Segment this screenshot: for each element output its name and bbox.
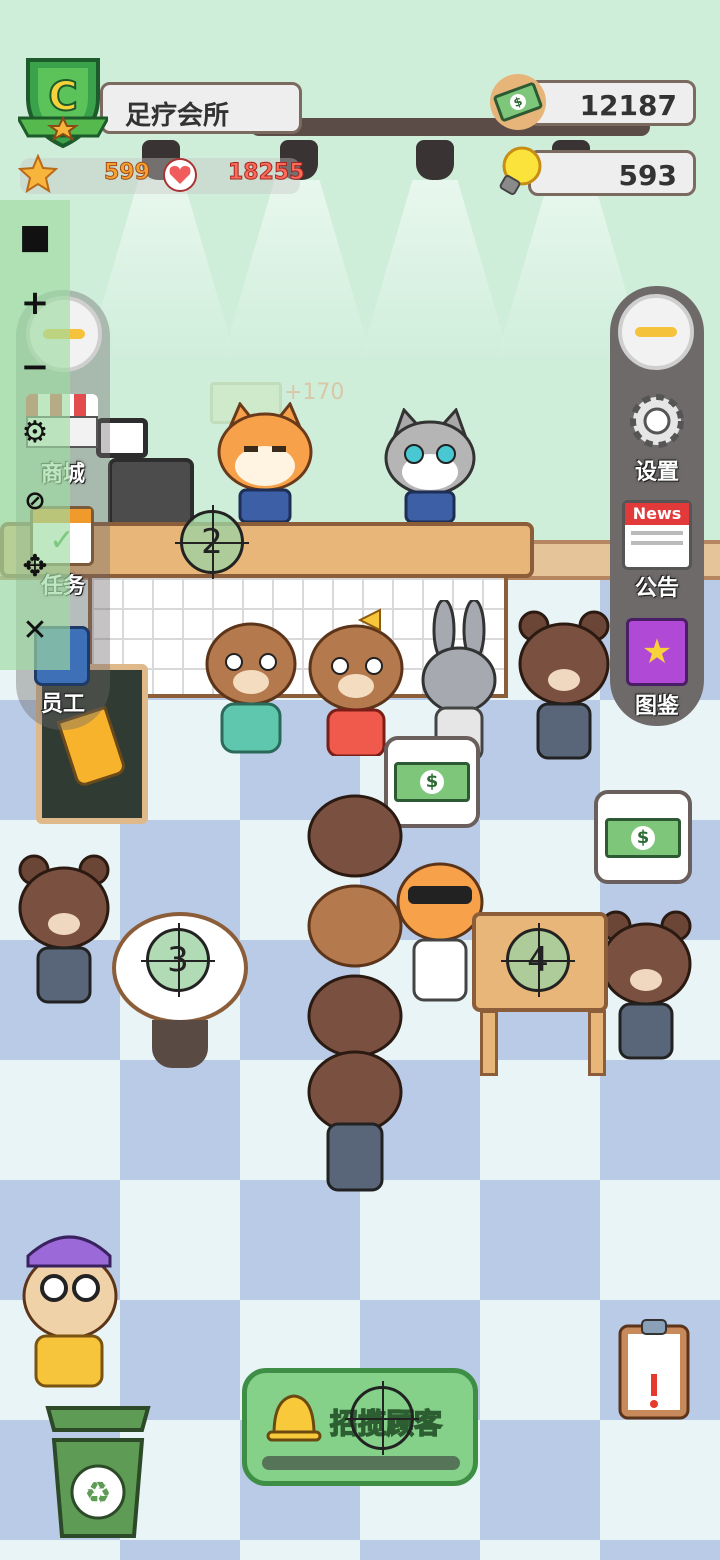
news-icon-label: News — [625, 503, 689, 525]
ceiling-lamp — [416, 140, 454, 180]
target-marker — [345, 1381, 419, 1455]
heart-icon — [163, 158, 197, 192]
rank-badge-icon[interactable]: C — [18, 52, 108, 150]
right-toggle-knob[interactable] — [618, 294, 694, 370]
target-marker-2[interactable]: 2 — [175, 505, 249, 579]
table-leg — [588, 1010, 606, 1076]
cash-register[interactable] — [108, 458, 194, 528]
shop-name[interactable]: 足疗会所 — [100, 82, 302, 134]
hide-icon[interactable]: ⊘ — [18, 484, 52, 518]
grey-cat-staff[interactable] — [380, 408, 480, 522]
gear-icon[interactable]: ⚙ — [18, 416, 52, 450]
settings-label[interactable]: 设置 — [612, 454, 702, 486]
bear-customer[interactable] — [596, 904, 696, 1074]
pug-customer[interactable] — [10, 1226, 126, 1400]
lightbulb-icon — [499, 146, 542, 195]
table-stand — [152, 1020, 208, 1068]
bell-icon — [266, 1394, 322, 1442]
bulb-counter: 593 — [528, 150, 696, 196]
collection-icon[interactable]: ★ — [626, 618, 688, 686]
stop-icon[interactable]: ■ — [18, 220, 52, 254]
call-progress-bar — [262, 1456, 460, 1470]
news-icon[interactable]: News — [622, 500, 692, 570]
deer-customer-bow[interactable] — [300, 606, 412, 756]
payment-bubble[interactable]: $ — [594, 790, 692, 884]
order-clipboard-icon[interactable] — [616, 1316, 692, 1420]
collection-label[interactable]: 图鉴 — [612, 688, 702, 720]
bear-customer[interactable] — [514, 604, 614, 774]
heart-count: 18255 — [228, 160, 306, 186]
zoom-out-icon[interactable]: − — [18, 350, 52, 384]
money-icon: $ — [490, 74, 546, 130]
badge-letter: C — [48, 74, 77, 120]
star-count: 599 — [104, 160, 151, 186]
money-counter: 12187 — [528, 80, 696, 126]
deer-customer[interactable] — [196, 604, 306, 774]
target-marker-4[interactable]: 4 — [501, 923, 575, 997]
staff-label[interactable]: 员工 — [18, 686, 108, 718]
target-marker-3[interactable]: 3 — [141, 923, 215, 997]
bear-customer[interactable] — [14, 848, 114, 1018]
star-icon — [18, 154, 58, 194]
orange-cat-staff[interactable] — [210, 402, 320, 522]
table-leg — [480, 1010, 498, 1076]
gear-icon[interactable] — [624, 388, 690, 454]
announcement-label[interactable]: 公告 — [612, 570, 702, 602]
svg-text:♻: ♻ — [85, 1476, 112, 1511]
move-icon[interactable]: ✥ — [18, 550, 52, 584]
zoom-in-icon[interactable]: + — [18, 286, 52, 320]
recycle-bin-icon[interactable]: ♻ — [38, 1400, 158, 1540]
close-icon[interactable]: ✕ — [18, 614, 52, 648]
